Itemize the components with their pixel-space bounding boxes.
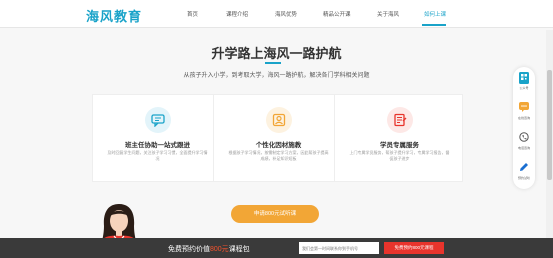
feature-card-exclusive-service: 学员专属服务 上门专属学员服务，帮孩子提升学习，专属学习报告，督促孩子进步: [334, 94, 463, 182]
free-booking-submit-button[interactable]: 免费预约800元课程: [384, 242, 444, 254]
nav-item-how-to-attend[interactable]: 如何上课: [424, 10, 446, 18]
top-navbar: 海风教育 首页 课程介绍 海风优势 精品公开课 关于海风 如何上课: [0, 0, 553, 28]
site-logo[interactable]: 海风教育: [86, 6, 142, 25]
promo-prefix: 免费预约价值: [168, 246, 210, 253]
scrollbar-thumb[interactable]: [547, 70, 552, 180]
pencil-icon: [520, 163, 528, 171]
nav-item-home[interactable]: 首页: [187, 10, 198, 18]
promo-suffix: 课程包: [228, 246, 250, 253]
feature-card-class-teacher: 班主任协助一站式跟进 及时回复学生问题，关注孩子学习习惯，全面提升学习情况: [92, 94, 221, 182]
card-title: 学员专属服务: [380, 142, 419, 149]
card-title: 个性化因材施教: [255, 142, 302, 149]
nav-item-courses[interactable]: 课程介绍: [226, 10, 248, 18]
nav-item-open-classes[interactable]: 精品公开课: [323, 10, 351, 18]
booking-promo-text: 免费预约价值800元课程包: [168, 244, 250, 254]
phone-number-input[interactable]: [299, 242, 379, 254]
title-divider: [265, 62, 281, 64]
user-profile-icon: [266, 107, 292, 133]
float-label: 电话咨询: [517, 146, 530, 150]
nav-item-advantages[interactable]: 海风优势: [275, 10, 297, 18]
chat-service-icon: [145, 107, 171, 133]
float-item-online-consult[interactable]: 在线咨询: [513, 99, 535, 127]
card-description: 及时回复学生问题，关注孩子学习习惯，全面提升学习情况: [107, 150, 208, 161]
phone-icon: [519, 132, 529, 142]
bottom-booking-bar: 免费预约价值800元课程包 免费预约800元课程: [0, 238, 553, 258]
online-consult-icon: [519, 102, 529, 112]
float-label: 预约试听: [517, 176, 530, 180]
section-subtitle: 从孩子升入小学，到考取大学，海风一路护航，解决各门学科相关问题: [183, 73, 370, 79]
document-edit-icon: [387, 107, 413, 133]
page-scrollbar[interactable]: [546, 30, 553, 238]
nav-active-indicator: [422, 24, 446, 26]
float-label: 在线咨询: [517, 116, 530, 120]
card-title: 班主任协助一站式跟进: [125, 142, 190, 149]
qr-code-icon: [519, 72, 529, 84]
float-item-wechat-account[interactable]: 公众号: [513, 69, 535, 97]
card-description: 根据孩子学习情况，按需制定学习方案，因此帮孩子提高成绩，补足知识短板: [228, 150, 329, 161]
floating-contact-panel: 公众号 在线咨询 电话咨询 预约试听: [513, 67, 535, 189]
feature-card-personalized: 个性化因材施教 根据孩子学习情况，按需制定学习方案，因此帮孩子提高成绩，补足知识…: [213, 94, 342, 182]
section-title: 升学路上海风一路护航: [211, 46, 342, 61]
float-item-book-trial[interactable]: 预约试听: [513, 159, 535, 187]
float-label: 公众号: [519, 86, 529, 90]
float-item-phone-consult[interactable]: 电话咨询: [513, 129, 535, 157]
card-description: 上门专属学员服务，帮孩子提升学习，专属学习报告，督促孩子进步: [349, 150, 450, 161]
nav-item-about[interactable]: 关于海风: [377, 10, 399, 18]
apply-trial-button[interactable]: 申请800元试听课: [231, 205, 319, 223]
promo-highlight: 800元: [210, 246, 229, 253]
